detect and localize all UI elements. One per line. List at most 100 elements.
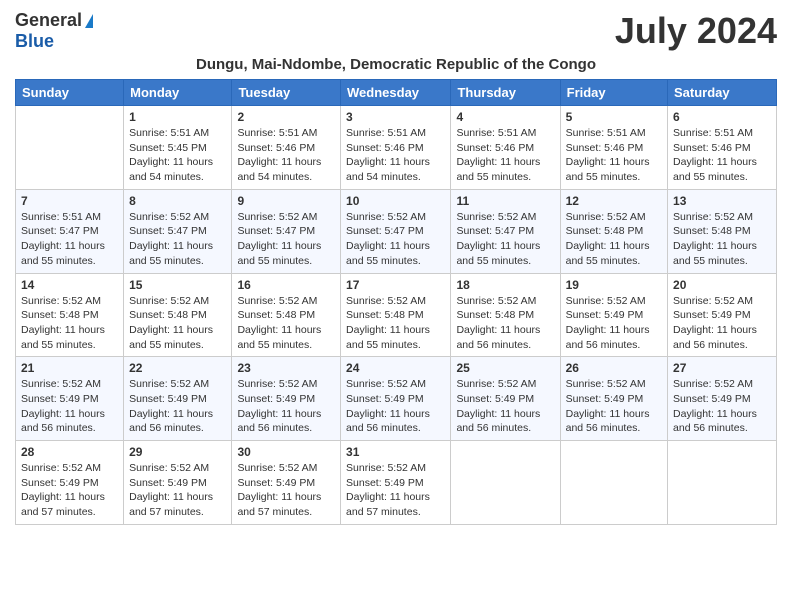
day-number: 22 xyxy=(129,361,226,375)
calendar-cell: 11 Sunrise: 5:52 AMSunset: 5:47 PMDayligh… xyxy=(451,189,560,273)
calendar-cell: 7 Sunrise: 5:51 AMSunset: 5:47 PMDaylight… xyxy=(16,189,124,273)
calendar-week-row: 14 Sunrise: 5:52 AMSunset: 5:48 PMDayligh… xyxy=(16,273,777,357)
day-number: 6 xyxy=(673,110,771,124)
logo-triangle-icon xyxy=(85,14,93,28)
calendar-cell: 12 Sunrise: 5:52 AMSunset: 5:48 PMDayligh… xyxy=(560,189,667,273)
day-number: 20 xyxy=(673,278,771,292)
day-number: 18 xyxy=(456,278,554,292)
cell-details: Sunrise: 5:51 AMSunset: 5:46 PMDaylight:… xyxy=(566,126,662,185)
header-monday: Monday xyxy=(124,80,232,106)
header-sunday: Sunday xyxy=(16,80,124,106)
header-saturday: Saturday xyxy=(668,80,777,106)
calendar-cell: 3Sunrise: 5:51 AMSunset: 5:46 PMDaylight… xyxy=(341,106,451,190)
day-number: 5 xyxy=(566,110,662,124)
cell-details: Sunrise: 5:51 AMSunset: 5:46 PMDaylight:… xyxy=(673,126,771,185)
day-number: 9 xyxy=(237,194,335,208)
calendar-header-row: SundayMondayTuesdayWednesdayThursdayFrid… xyxy=(16,80,777,106)
calendar-cell: 8Sunrise: 5:52 AMSunset: 5:47 PMDaylight… xyxy=(124,189,232,273)
day-number: 28 xyxy=(21,445,118,459)
day-number: 7 xyxy=(21,194,118,208)
cell-details: Sunrise: 5:52 AMSunset: 5:47 PMDaylight:… xyxy=(346,210,445,269)
day-number: 3 xyxy=(346,110,445,124)
cell-details: Sunrise: 5:52 AMSunset: 5:49 PMDaylight:… xyxy=(129,377,226,436)
day-number: 1 xyxy=(129,110,226,124)
subtitle: Dungu, Mai-Ndombe, Democratic Republic o… xyxy=(15,56,777,73)
logo-general: General xyxy=(15,10,82,31)
day-number: 30 xyxy=(237,445,335,459)
logo-blue: Blue xyxy=(15,31,54,51)
cell-details: Sunrise: 5:52 AMSunset: 5:49 PMDaylight:… xyxy=(237,377,335,436)
cell-details: Sunrise: 5:52 AMSunset: 5:47 PMDaylight:… xyxy=(456,210,554,269)
logo: General Blue xyxy=(15,10,93,52)
calendar-cell: 14 Sunrise: 5:52 AMSunset: 5:48 PMDayligh… xyxy=(16,273,124,357)
day-number: 14 xyxy=(21,278,118,292)
cell-details: Sunrise: 5:52 AMSunset: 5:49 PMDaylight:… xyxy=(456,377,554,436)
header-wednesday: Wednesday xyxy=(341,80,451,106)
calendar-cell xyxy=(451,441,560,525)
calendar-week-row: 28 Sunrise: 5:52 AMSunset: 5:49 PMDayligh… xyxy=(16,441,777,525)
cell-details: Sunrise: 5:52 AMSunset: 5:49 PMDaylight:… xyxy=(346,461,445,520)
cell-details: Sunrise: 5:52 AMSunset: 5:49 PMDaylight:… xyxy=(566,377,662,436)
cell-details: Sunrise: 5:52 AMSunset: 5:48 PMDaylight:… xyxy=(129,294,226,353)
calendar-cell: 21 Sunrise: 5:52 AMSunset: 5:49 PMDayligh… xyxy=(16,357,124,441)
day-number: 12 xyxy=(566,194,662,208)
calendar-cell: 4Sunrise: 5:51 AMSunset: 5:46 PMDaylight… xyxy=(451,106,560,190)
calendar-cell: 29 Sunrise: 5:52 AMSunset: 5:49 PMDayligh… xyxy=(124,441,232,525)
cell-details: Sunrise: 5:51 AMSunset: 5:47 PMDaylight:… xyxy=(21,210,118,269)
day-number: 31 xyxy=(346,445,445,459)
calendar-cell: 18Sunrise: 5:52 AMSunset: 5:48 PMDayligh… xyxy=(451,273,560,357)
day-number: 2 xyxy=(237,110,335,124)
cell-details: Sunrise: 5:52 AMSunset: 5:48 PMDaylight:… xyxy=(237,294,335,353)
day-number: 13 xyxy=(673,194,771,208)
cell-details: Sunrise: 5:52 AMSunset: 5:49 PMDaylight:… xyxy=(237,461,335,520)
calendar-cell xyxy=(16,106,124,190)
calendar-cell: 17 Sunrise: 5:52 AMSunset: 5:48 PMDayligh… xyxy=(341,273,451,357)
cell-details: Sunrise: 5:52 AMSunset: 5:48 PMDaylight:… xyxy=(21,294,118,353)
cell-details: Sunrise: 5:52 AMSunset: 5:49 PMDaylight:… xyxy=(21,377,118,436)
calendar-cell: 23Sunrise: 5:52 AMSunset: 5:49 PMDayligh… xyxy=(232,357,341,441)
day-number: 26 xyxy=(566,361,662,375)
calendar-cell: 10 Sunrise: 5:52 AMSunset: 5:47 PMDayligh… xyxy=(341,189,451,273)
calendar-cell: 30 Sunrise: 5:52 AMSunset: 5:49 PMDayligh… xyxy=(232,441,341,525)
day-number: 21 xyxy=(21,361,118,375)
calendar-cell xyxy=(668,441,777,525)
calendar-week-row: 21 Sunrise: 5:52 AMSunset: 5:49 PMDayligh… xyxy=(16,357,777,441)
day-number: 17 xyxy=(346,278,445,292)
day-number: 16 xyxy=(237,278,335,292)
calendar-cell: 16 Sunrise: 5:52 AMSunset: 5:48 PMDayligh… xyxy=(232,273,341,357)
day-number: 10 xyxy=(346,194,445,208)
calendar-week-row: 7 Sunrise: 5:51 AMSunset: 5:47 PMDaylight… xyxy=(16,189,777,273)
calendar-cell: 13Sunrise: 5:52 AMSunset: 5:48 PMDayligh… xyxy=(668,189,777,273)
cell-details: Sunrise: 5:52 AMSunset: 5:49 PMDaylight:… xyxy=(21,461,118,520)
calendar-cell: 22 Sunrise: 5:52 AMSunset: 5:49 PMDayligh… xyxy=(124,357,232,441)
cell-details: Sunrise: 5:52 AMSunset: 5:49 PMDaylight:… xyxy=(129,461,226,520)
calendar-table: SundayMondayTuesdayWednesdayThursdayFrid… xyxy=(15,79,777,525)
cell-details: Sunrise: 5:52 AMSunset: 5:49 PMDaylight:… xyxy=(566,294,662,353)
cell-details: Sunrise: 5:52 AMSunset: 5:49 PMDaylight:… xyxy=(346,377,445,436)
day-number: 25 xyxy=(456,361,554,375)
calendar-cell: 24Sunrise: 5:52 AMSunset: 5:49 PMDayligh… xyxy=(341,357,451,441)
day-number: 19 xyxy=(566,278,662,292)
month-title: July 2024 xyxy=(615,10,777,52)
calendar-cell: 1Sunrise: 5:51 AMSunset: 5:45 PMDaylight… xyxy=(124,106,232,190)
cell-details: Sunrise: 5:52 AMSunset: 5:48 PMDaylight:… xyxy=(346,294,445,353)
day-number: 15 xyxy=(129,278,226,292)
calendar-cell: 25 Sunrise: 5:52 AMSunset: 5:49 PMDayligh… xyxy=(451,357,560,441)
header-thursday: Thursday xyxy=(451,80,560,106)
calendar-cell: 20Sunrise: 5:52 AMSunset: 5:49 PMDayligh… xyxy=(668,273,777,357)
cell-details: Sunrise: 5:52 AMSunset: 5:48 PMDaylight:… xyxy=(566,210,662,269)
cell-details: Sunrise: 5:52 AMSunset: 5:47 PMDaylight:… xyxy=(129,210,226,269)
day-number: 11 xyxy=(456,194,554,208)
header: General Blue July 2024 xyxy=(15,10,777,52)
cell-details: Sunrise: 5:51 AMSunset: 5:46 PMDaylight:… xyxy=(456,126,554,185)
calendar-cell: 28 Sunrise: 5:52 AMSunset: 5:49 PMDayligh… xyxy=(16,441,124,525)
calendar-cell: 9Sunrise: 5:52 AMSunset: 5:47 PMDaylight… xyxy=(232,189,341,273)
calendar-cell: 19 Sunrise: 5:52 AMSunset: 5:49 PMDayligh… xyxy=(560,273,667,357)
calendar-cell: 6 Sunrise: 5:51 AMSunset: 5:46 PMDaylight… xyxy=(668,106,777,190)
calendar-cell: 27Sunrise: 5:52 AMSunset: 5:49 PMDayligh… xyxy=(668,357,777,441)
calendar-week-row: 1Sunrise: 5:51 AMSunset: 5:45 PMDaylight… xyxy=(16,106,777,190)
day-number: 29 xyxy=(129,445,226,459)
header-friday: Friday xyxy=(560,80,667,106)
calendar-cell: 5 Sunrise: 5:51 AMSunset: 5:46 PMDaylight… xyxy=(560,106,667,190)
calendar-cell: 26 Sunrise: 5:52 AMSunset: 5:49 PMDayligh… xyxy=(560,357,667,441)
